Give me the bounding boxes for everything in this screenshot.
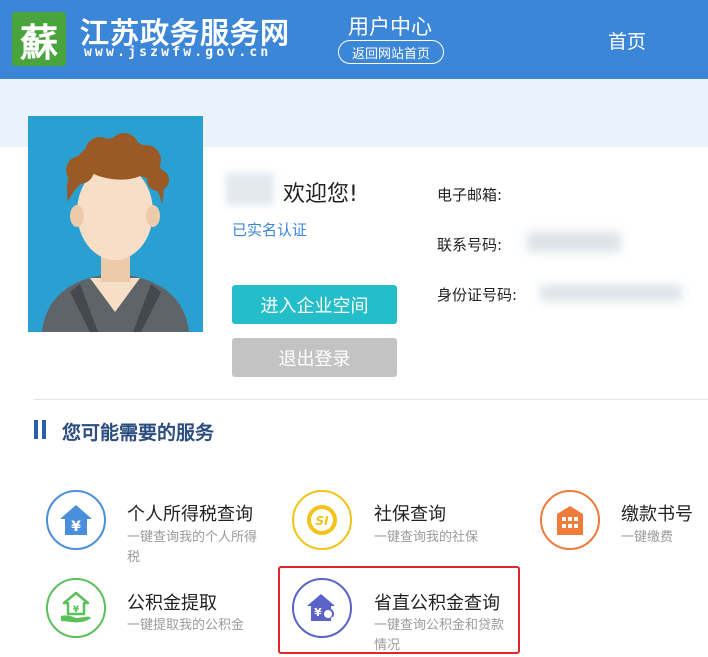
svg-text:SI: SI xyxy=(315,514,329,528)
service-description: 一键缴费 xyxy=(621,530,674,545)
section-divider xyxy=(34,399,708,400)
enter-enterprise-space-button[interactable]: 进入企业空间 xyxy=(232,285,397,324)
section-title: 您可能需要的服务 xyxy=(62,422,215,444)
service-description: 一键查询我的个人所得税 xyxy=(127,530,258,565)
tax-house-yuan-icon[interactable]: ¥ xyxy=(46,490,106,550)
service-description: 一键提取我的公积金 xyxy=(127,618,245,633)
building-icon[interactable] xyxy=(540,490,600,550)
svg-text:¥: ¥ xyxy=(73,605,80,615)
back-to-home-button[interactable]: 返回网站首页 xyxy=(338,40,444,64)
phone-label: 联系号码: xyxy=(437,236,503,254)
avatar xyxy=(28,116,203,332)
service-title[interactable]: 社保查询 xyxy=(374,500,446,526)
service-description: 一键查询公积金和贷款情况 xyxy=(374,618,505,653)
social-security-si-icon[interactable]: SI xyxy=(292,490,352,550)
service-title[interactable]: 缴款书号 xyxy=(621,500,693,526)
service-title[interactable]: 省直公积金查询 xyxy=(374,589,500,615)
house-hand-icon[interactable]: ¥ xyxy=(46,578,106,638)
id-number-value-blurred xyxy=(540,285,682,301)
section-marker xyxy=(34,420,38,439)
home-link[interactable]: 首页 xyxy=(608,27,646,54)
svg-text:¥: ¥ xyxy=(71,519,81,535)
avatar-illustration-icon xyxy=(28,116,203,332)
service-title[interactable]: 公积金提取 xyxy=(127,589,217,615)
username-blurred xyxy=(226,173,274,205)
welcome-text: 欢迎您! xyxy=(283,182,358,207)
phone-value-blurred xyxy=(527,232,621,252)
svg-text:¥: ¥ xyxy=(314,606,322,619)
page-title: 用户中心 xyxy=(348,15,432,39)
email-label: 电子邮箱: xyxy=(437,186,503,204)
service-description: 一键查询我的社保 xyxy=(374,530,479,545)
section-marker xyxy=(42,420,46,439)
verified-status-link[interactable]: 已实名认证 xyxy=(232,219,307,240)
site-header: 蘇 江苏政务服务网 www.jszwfw.gov.cn 用户中心 返回网站首页 … xyxy=(0,0,708,79)
id-number-label: 身份证号码: xyxy=(437,286,518,304)
house-search-icon[interactable]: ¥ xyxy=(292,578,352,638)
site-url: www.jszwfw.gov.cn xyxy=(84,45,272,60)
logout-button[interactable]: 退出登录 xyxy=(232,338,397,377)
logo-character: 蘇 xyxy=(19,19,58,65)
service-title[interactable]: 个人所得税查询 xyxy=(127,500,253,526)
site-logo[interactable]: 蘇 xyxy=(12,12,66,66)
